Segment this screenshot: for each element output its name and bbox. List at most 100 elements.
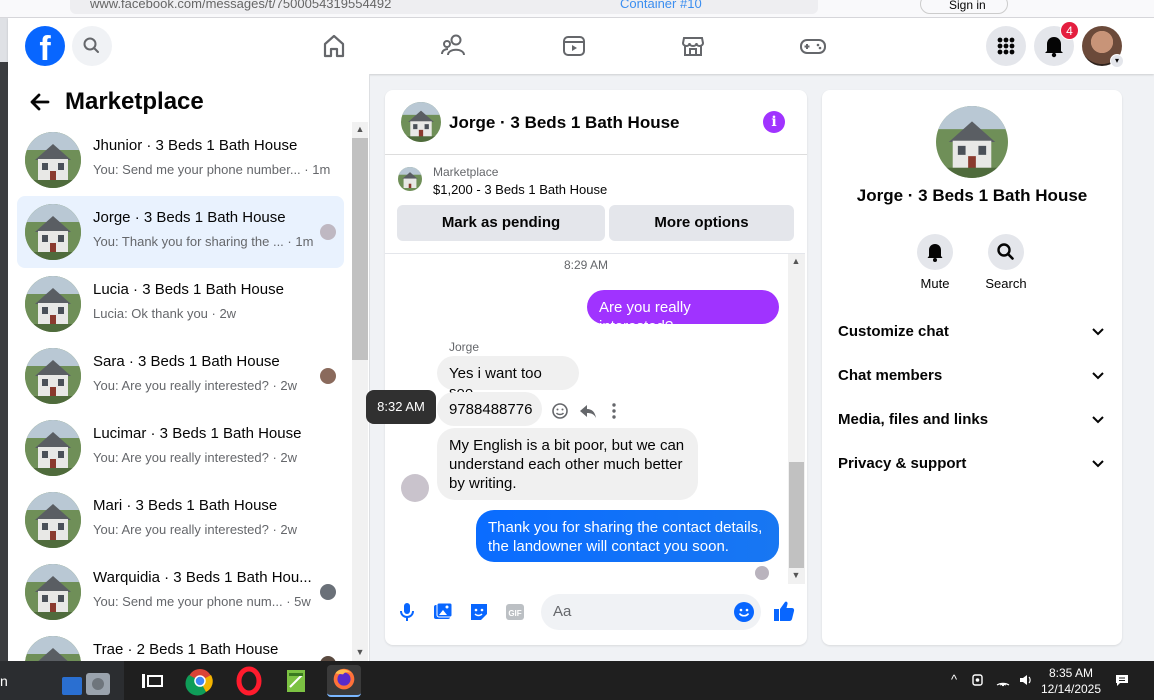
conversation-name: Trae · 2 Beds 1 Bath House bbox=[93, 641, 279, 658]
meet-now-icon[interactable] bbox=[970, 672, 986, 688]
house-image bbox=[25, 204, 81, 260]
section-label: Chat members bbox=[838, 367, 943, 384]
search-conversation-button[interactable] bbox=[988, 234, 1024, 270]
details-avatar[interactable] bbox=[936, 106, 1008, 178]
gif-icon[interactable]: GIF bbox=[504, 601, 526, 623]
signin-button[interactable]: Sign in bbox=[920, 0, 1008, 14]
conversation-name: Jorge · 3 Beds 1 Bath House bbox=[93, 209, 286, 226]
conversation-sidebar: Marketplace Jhunior · 3 Beds 1 Bath Hous… bbox=[8, 74, 370, 661]
taskbar-widget-area[interactable]: n bbox=[0, 661, 124, 700]
sidebar-scroll-thumb[interactable] bbox=[352, 138, 368, 360]
mark-pending-button[interactable]: Mark as pending bbox=[397, 205, 605, 241]
scroll-up-icon[interactable]: ▲ bbox=[355, 124, 365, 134]
scroll-down-icon[interactable]: ▼ bbox=[791, 570, 801, 580]
scroll-up-icon[interactable]: ▲ bbox=[791, 256, 801, 266]
microphone-icon[interactable] bbox=[396, 601, 418, 623]
taskbar-clock[interactable]: 8:35 AM 12/14/2025 bbox=[1040, 665, 1102, 697]
incoming-message-long[interactable]: My English is a bit poor, but we can und… bbox=[437, 428, 698, 500]
svg-text:GIF: GIF bbox=[508, 609, 521, 618]
marketplace-icon[interactable] bbox=[677, 30, 709, 62]
outgoing-message-latest[interactable]: Thank you for sharing the contact detail… bbox=[476, 510, 779, 562]
conversation-name: Lucia · 3 Beds 1 Bath House bbox=[93, 281, 284, 298]
conversation-item[interactable]: Lucia · 3 Beds 1 Bath House Lucia: Ok tha… bbox=[17, 268, 344, 340]
chat-title: Jorge · 3 Beds 1 Bath House bbox=[449, 113, 680, 132]
sender-name: Jorge bbox=[449, 340, 480, 354]
image-icon[interactable] bbox=[432, 601, 454, 623]
listing-title[interactable]: $1,200 - 3 Beds 1 Bath House bbox=[433, 182, 607, 197]
wifi-icon[interactable] bbox=[995, 672, 1011, 688]
incoming-message[interactable]: Yes i want too see bbox=[437, 356, 579, 401]
outgoing-message[interactable]: Are you really interested? bbox=[587, 290, 779, 335]
chat-avatar[interactable] bbox=[401, 102, 441, 142]
section-label: Privacy & support bbox=[838, 455, 967, 472]
opera-icon[interactable] bbox=[232, 665, 266, 697]
conversation-item[interactable]: Jhunior · 3 Beds 1 Bath House You: Send m… bbox=[17, 124, 344, 196]
seen-avatar bbox=[320, 584, 336, 600]
notification-center-icon[interactable] bbox=[1114, 672, 1130, 688]
sender-avatar[interactable] bbox=[401, 474, 429, 502]
chat-header: Jorge · 3 Beds 1 Bath House i bbox=[385, 90, 807, 155]
more-options-button[interactable]: More options bbox=[609, 205, 794, 241]
seen-indicator bbox=[755, 566, 769, 580]
container-label: Container #10 bbox=[620, 0, 702, 11]
conversation-avatar bbox=[25, 204, 81, 260]
listing-card: Marketplace $1,200 - 3 Beds 1 Bath House… bbox=[385, 154, 805, 254]
chat-scrollbar[interactable]: ▲ ▼ bbox=[788, 254, 805, 584]
listing-thumbnail[interactable] bbox=[398, 167, 422, 191]
scroll-down-icon[interactable]: ▼ bbox=[355, 647, 365, 657]
menu-button[interactable] bbox=[986, 26, 1026, 66]
incoming-message-phone[interactable]: 9788488776 bbox=[437, 392, 542, 426]
address-bar[interactable]: www.facebook.com/messages/t/750005431955… bbox=[70, 0, 818, 14]
conversation-item[interactable]: Jorge · 3 Beds 1 Bath House You: Thank yo… bbox=[17, 196, 344, 268]
back-arrow-icon[interactable] bbox=[28, 90, 52, 114]
notepad-icon[interactable] bbox=[279, 665, 313, 697]
sidebar-header: Marketplace bbox=[8, 74, 368, 130]
home-icon[interactable] bbox=[318, 30, 350, 62]
notification-badge: 4 bbox=[1060, 21, 1079, 40]
clock-time: 8:35 AM bbox=[1048, 666, 1094, 680]
browser-toolbar: www.facebook.com/messages/t/750005431955… bbox=[0, 0, 1154, 18]
section-chat-members[interactable]: Chat members bbox=[838, 365, 1106, 389]
show-hidden-icons[interactable]: ^ bbox=[946, 672, 962, 688]
more-actions-icon[interactable] bbox=[609, 402, 619, 420]
search-button[interactable] bbox=[72, 26, 112, 66]
search-label: Search bbox=[985, 276, 1027, 291]
reply-icon[interactable] bbox=[579, 402, 597, 420]
facebook-logo[interactable]: f bbox=[25, 26, 65, 68]
bell-icon bbox=[927, 244, 943, 262]
conversation-preview: Lucia: Ok thank you · 2w bbox=[93, 306, 237, 321]
thumbs-up-icon[interactable] bbox=[772, 599, 796, 623]
chat-details-panel: Jorge · 3 Beds 1 Bath House Mute Search … bbox=[822, 90, 1122, 645]
react-emoji-icon[interactable] bbox=[551, 402, 569, 420]
section-customize-chat[interactable]: Customize chat bbox=[838, 321, 1106, 345]
section-media-files[interactable]: Media, files and links bbox=[838, 409, 1106, 433]
mute-button[interactable] bbox=[917, 234, 953, 270]
sidebar-scrollbar[interactable]: ▲ ▼ bbox=[352, 122, 368, 661]
friends-icon[interactable] bbox=[438, 30, 470, 62]
conversation-preview: You: Thank you for sharing the ... · 1m bbox=[93, 234, 314, 249]
message-placeholder: Aa bbox=[553, 603, 572, 620]
house-image bbox=[936, 106, 1008, 178]
conversation-item[interactable]: Lucimar · 3 Beds 1 Bath House You: Are yo… bbox=[17, 412, 344, 484]
conversation-item[interactable]: Warquidia · 3 Beds 1 Bath Hou... You: Sen… bbox=[17, 556, 344, 628]
message-input[interactable]: Aa bbox=[541, 594, 761, 630]
watch-icon[interactable] bbox=[558, 30, 590, 62]
info-icon[interactable]: i bbox=[763, 111, 785, 133]
task-view-icon[interactable] bbox=[136, 665, 170, 697]
emoji-icon[interactable] bbox=[734, 602, 754, 622]
taskbar-edge-text: n bbox=[0, 673, 8, 689]
gaming-icon[interactable] bbox=[797, 30, 829, 62]
conversation-item[interactable]: Sara · 3 Beds 1 Bath House You: Are you r… bbox=[17, 340, 344, 412]
chrome-icon[interactable] bbox=[183, 665, 217, 697]
mute-label: Mute bbox=[920, 276, 950, 291]
section-privacy-support[interactable]: Privacy & support bbox=[838, 453, 1106, 477]
chevron-down-icon[interactable]: ▾ bbox=[1110, 54, 1124, 68]
conversation-avatar bbox=[25, 636, 81, 661]
sticker-icon[interactable] bbox=[468, 601, 490, 623]
chat-scroll-thumb[interactable] bbox=[789, 462, 804, 568]
firefox-icon[interactable] bbox=[327, 665, 361, 697]
volume-icon[interactable] bbox=[1018, 672, 1034, 688]
conversation-item[interactable]: Trae · 2 Beds 1 Bath House bbox=[17, 628, 344, 661]
time-tooltip: 8:32 AM bbox=[366, 390, 436, 424]
conversation-item[interactable]: Mari · 3 Beds 1 Bath House You: Are you r… bbox=[17, 484, 344, 556]
